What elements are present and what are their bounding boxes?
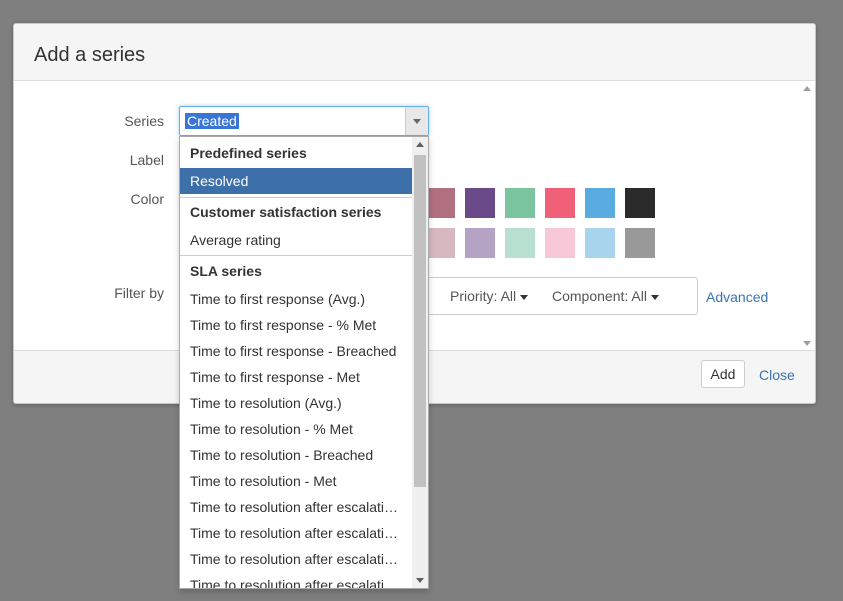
color-swatch[interactable]: [585, 228, 615, 258]
scroll-up-icon[interactable]: [416, 142, 424, 147]
scroll-up-icon[interactable]: [803, 86, 811, 91]
color-swatch[interactable]: [505, 228, 535, 258]
color-label: Color: [130, 191, 164, 207]
option-average-rating[interactable]: Average rating: [180, 227, 412, 253]
priority-filter[interactable]: Priority: All: [450, 288, 529, 304]
scroll-down-icon[interactable]: [416, 578, 424, 583]
component-filter-label: Component: All: [552, 288, 647, 304]
option-group-predefined: Predefined series: [190, 145, 307, 161]
option-sla-item[interactable]: Time to resolution - % Met: [180, 416, 412, 442]
series-select-value: Created: [185, 113, 239, 129]
color-swatch[interactable]: [625, 228, 655, 258]
series-select[interactable]: Created: [179, 106, 429, 136]
dialog-header: Add a series: [14, 24, 815, 81]
close-link[interactable]: Close: [759, 367, 795, 383]
option-separator: [180, 255, 412, 256]
caret-down-icon: [520, 294, 529, 300]
color-swatch[interactable]: [505, 188, 535, 218]
option-sla-item[interactable]: Time to resolution - Breached: [180, 442, 412, 468]
dropdown-scrollbar[interactable]: [412, 137, 428, 588]
option-sla-item[interactable]: Time to first response - Breached: [180, 338, 412, 364]
option-sla-item[interactable]: Time to first response (Avg.): [180, 286, 412, 312]
option-separator: [180, 197, 412, 198]
dialog-title: Add a series: [34, 44, 146, 66]
option-sla-item[interactable]: Time to resolution (Avg.): [180, 390, 412, 416]
option-sla-item[interactable]: Time to resolution after escalati…: [180, 494, 412, 520]
option-sla-item[interactable]: Time to resolution after escalati…: [180, 520, 412, 546]
scrollbar-thumb[interactable]: [414, 155, 426, 487]
series-select-toggle[interactable]: [405, 107, 428, 135]
advanced-link[interactable]: Advanced: [706, 289, 768, 305]
add-button[interactable]: Add: [701, 360, 745, 388]
option-group-sla: SLA series: [190, 263, 262, 279]
color-swatch[interactable]: [465, 188, 495, 218]
dialog-scrollbar[interactable]: [800, 81, 815, 351]
color-swatch[interactable]: [545, 228, 575, 258]
option-group-csat: Customer satisfaction series: [190, 204, 382, 220]
option-sla-item[interactable]: Time to resolution after escalati…: [180, 546, 412, 572]
color-swatch[interactable]: [585, 188, 615, 218]
color-swatch[interactable]: [465, 228, 495, 258]
chevron-down-icon: [413, 119, 421, 124]
option-sla-item[interactable]: Time to first response - % Met: [180, 312, 412, 338]
option-sla-item[interactable]: Time to resolution after escalati: [180, 572, 412, 588]
option-sla-item[interactable]: Time to first response - Met: [180, 364, 412, 390]
component-filter[interactable]: Component: All: [552, 288, 659, 304]
caret-down-icon: [650, 294, 659, 300]
color-swatch[interactable]: [545, 188, 575, 218]
option-sla-item[interactable]: Time to resolution - Met: [180, 468, 412, 494]
color-swatch[interactable]: [425, 188, 455, 218]
color-swatch[interactable]: [425, 228, 455, 258]
label-label: Label: [129, 152, 164, 168]
priority-filter-label: Priority: All: [450, 288, 517, 304]
series-dropdown: Predefined series Resolved Customer sati…: [179, 136, 429, 589]
scroll-down-icon[interactable]: [803, 341, 811, 346]
filter-bar: Priority: All Component: All: [419, 277, 698, 315]
color-swatch[interactable]: [625, 188, 655, 218]
option-resolved[interactable]: Resolved: [180, 168, 412, 194]
filter-by-label: Filter by: [114, 285, 164, 301]
series-label: Series: [124, 113, 164, 129]
